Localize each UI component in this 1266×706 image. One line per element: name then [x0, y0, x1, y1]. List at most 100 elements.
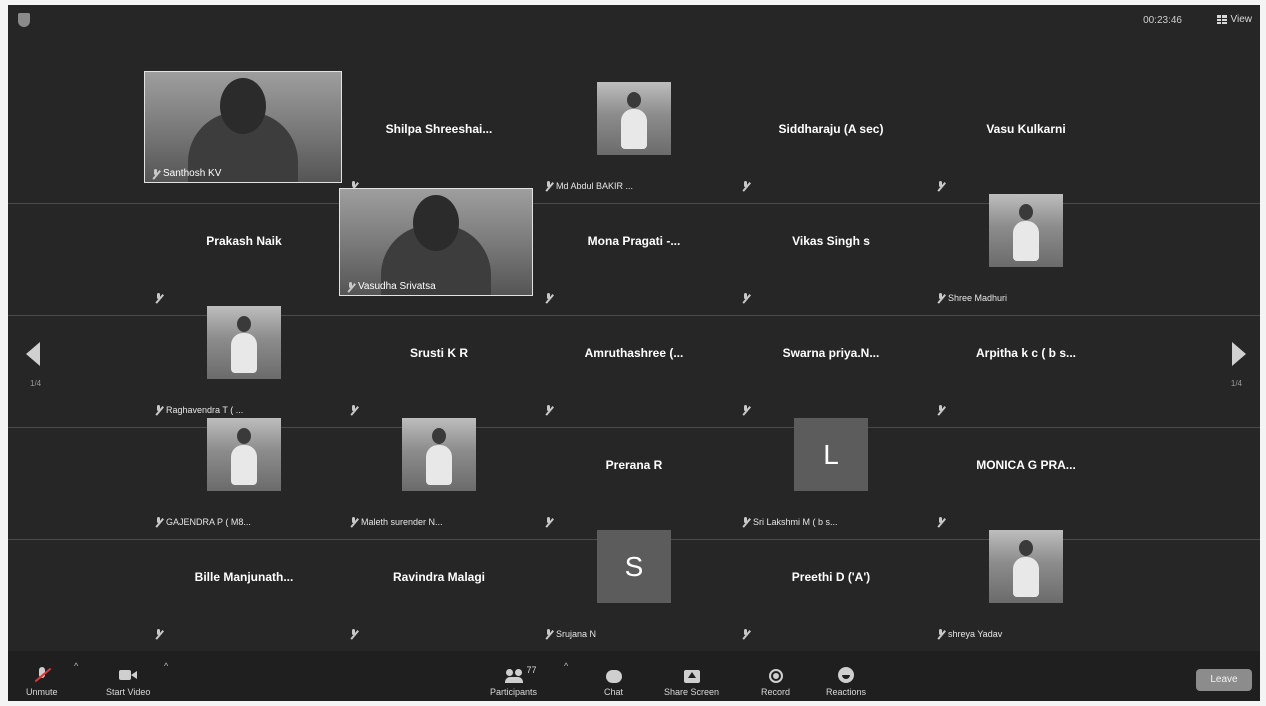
participant-name-caption [936, 517, 945, 527]
participant-tile[interactable]: L Sri Lakshmi M ( b s... [733, 418, 929, 529]
participant-tile[interactable]: Raghavendra T ( ... [146, 306, 342, 417]
participant-tile[interactable]: Preethi D ('A') [733, 530, 929, 641]
participant-name: Maleth surender N... [361, 517, 443, 527]
participant-name-caption [741, 405, 750, 415]
mic-muted-icon [936, 629, 945, 639]
participant-avatar [989, 194, 1063, 267]
participant-face [413, 195, 459, 251]
unmute-label: Unmute [26, 687, 58, 697]
share-screen-icon [683, 670, 700, 683]
mic-muted-icon [741, 181, 750, 191]
chat-icon [605, 670, 622, 683]
share-screen-button[interactable]: Share Screen [664, 670, 719, 697]
participants-count: 77 [526, 665, 537, 675]
participant-tile[interactable]: Amruthashree (... [536, 306, 732, 417]
participant-name: Shree Madhuri [948, 293, 1008, 303]
avatar-figure [1013, 557, 1039, 597]
participant-tile[interactable]: GAJENDRA P ( M8... [146, 418, 342, 529]
participant-name: Vasudha Srivatsa [358, 281, 436, 292]
chat-button[interactable]: Chat [604, 670, 623, 697]
participant-name-display: Srusti K R [409, 346, 468, 360]
participant-tile[interactable]: Srusti K R [341, 306, 537, 417]
participant-tile[interactable]: Prerana R [536, 418, 732, 529]
participant-tile[interactable]: Siddharaju (A sec) [733, 82, 929, 193]
participant-avatar [989, 530, 1063, 603]
participant-tile[interactable]: Bille Manjunath... [146, 530, 342, 641]
participant-name-caption [544, 517, 553, 527]
leave-button[interactable]: Leave [1196, 669, 1252, 691]
participant-name-caption [741, 629, 750, 639]
participant-tile[interactable]: Prakash Naik [146, 194, 342, 305]
participant-name-caption [741, 181, 750, 191]
reactions-smiley-icon [838, 667, 855, 683]
participant-grid: Santhosh KV Shilpa Shreeshai... Md Abdul B… [8, 5, 1260, 701]
mic-muted-icon [349, 517, 358, 527]
participant-name-caption [544, 293, 553, 303]
avatar-head [1019, 204, 1033, 220]
participant-video-tile[interactable]: Santhosh KV [144, 71, 342, 183]
participant-name: Md Abdul BAKIR ... [556, 181, 634, 191]
participant-face [220, 78, 266, 134]
participant-name-caption: Shree Madhuri [936, 293, 1007, 303]
mic-muted-icon [544, 405, 553, 415]
participant-name-display: Prerana R [605, 458, 663, 472]
mic-muted-icon [154, 405, 163, 415]
participants-icon: 77 [504, 665, 537, 683]
mic-muted-icon [346, 281, 355, 292]
participant-name-caption [936, 405, 945, 415]
participant-tile[interactable]: Shilpa Shreeshai... [341, 82, 537, 193]
participant-name: Sri Lakshmi M ( b s... [753, 517, 838, 527]
mic-muted-icon [741, 517, 750, 527]
microphone-muted-icon [33, 667, 51, 683]
participant-name-caption: Vasudha Srivatsa [346, 281, 436, 292]
participant-tile[interactable]: Maleth surender N... [341, 418, 537, 529]
mic-muted-icon [154, 293, 163, 303]
participant-tile[interactable]: S Srujana N [536, 530, 732, 641]
avatar-figure [621, 109, 647, 149]
participant-name-display: Shilpa Shreeshai... [385, 122, 493, 136]
start-video-button[interactable]: Start Video [106, 667, 150, 697]
start-video-label: Start Video [106, 687, 151, 697]
participant-tile[interactable]: Vikas Singh s [733, 194, 929, 305]
participant-name: Srujana N [556, 629, 597, 639]
participant-name-display: Preethi D ('A') [791, 570, 871, 584]
reactions-button[interactable]: Reactions [826, 667, 866, 697]
participant-tile[interactable]: shreya Yadav [928, 530, 1124, 641]
participant-video-tile[interactable]: Vasudha Srivatsa [339, 188, 533, 296]
avatar-head [627, 92, 641, 108]
participant-tile[interactable]: Shree Madhuri [928, 194, 1124, 305]
participant-tile[interactable]: Arpitha k c ( b s... [928, 306, 1124, 417]
participant-name-caption [544, 405, 553, 415]
participant-name-display: Vikas Singh s [792, 234, 870, 248]
mic-muted-icon [936, 405, 945, 415]
participant-name-caption [349, 629, 358, 639]
record-button[interactable]: Record [761, 669, 790, 697]
mic-muted-icon [154, 517, 163, 527]
participant-name-caption: Sri Lakshmi M ( b s... [741, 517, 838, 527]
camera-off-icon [119, 667, 138, 683]
participant-name-caption: Srujana N [544, 629, 596, 639]
participant-tile[interactable]: Vasu Kulkarni [928, 82, 1124, 193]
participant-name: shreya Yadav [948, 629, 1003, 639]
video-options-chevron-icon[interactable]: ^ [164, 661, 168, 671]
participant-tile[interactable]: Md Abdul BAKIR ... [536, 82, 732, 193]
mic-muted-icon [154, 629, 163, 639]
participant-name-display: Siddharaju (A sec) [778, 122, 884, 136]
participant-name-caption [936, 181, 945, 191]
meeting-window: 00:23:46 View 1/4 1/4 Santhosh KV Shilpa … [8, 5, 1260, 701]
participant-tile[interactable]: Swarna priya.N... [733, 306, 929, 417]
participant-tile[interactable]: Ravindra Malagi [341, 530, 537, 641]
participants-button[interactable]: 77 Participants [490, 665, 537, 697]
participant-name-caption: shreya Yadav [936, 629, 1002, 639]
avatar-figure [231, 445, 257, 485]
participant-name: Santhosh KV [163, 168, 222, 179]
unmute-button[interactable]: Unmute [26, 667, 58, 697]
participant-initial-avatar: L [794, 418, 868, 491]
audio-options-chevron-icon[interactable]: ^ [74, 661, 78, 671]
participant-name-caption [154, 629, 163, 639]
participant-tile[interactable]: Mona Pragati -... [536, 194, 732, 305]
participant-name-display: Bille Manjunath... [194, 570, 294, 584]
mic-muted-icon [349, 405, 358, 415]
participant-tile[interactable]: MONICA G PRA... [928, 418, 1124, 529]
participants-options-chevron-icon[interactable]: ^ [564, 661, 568, 671]
